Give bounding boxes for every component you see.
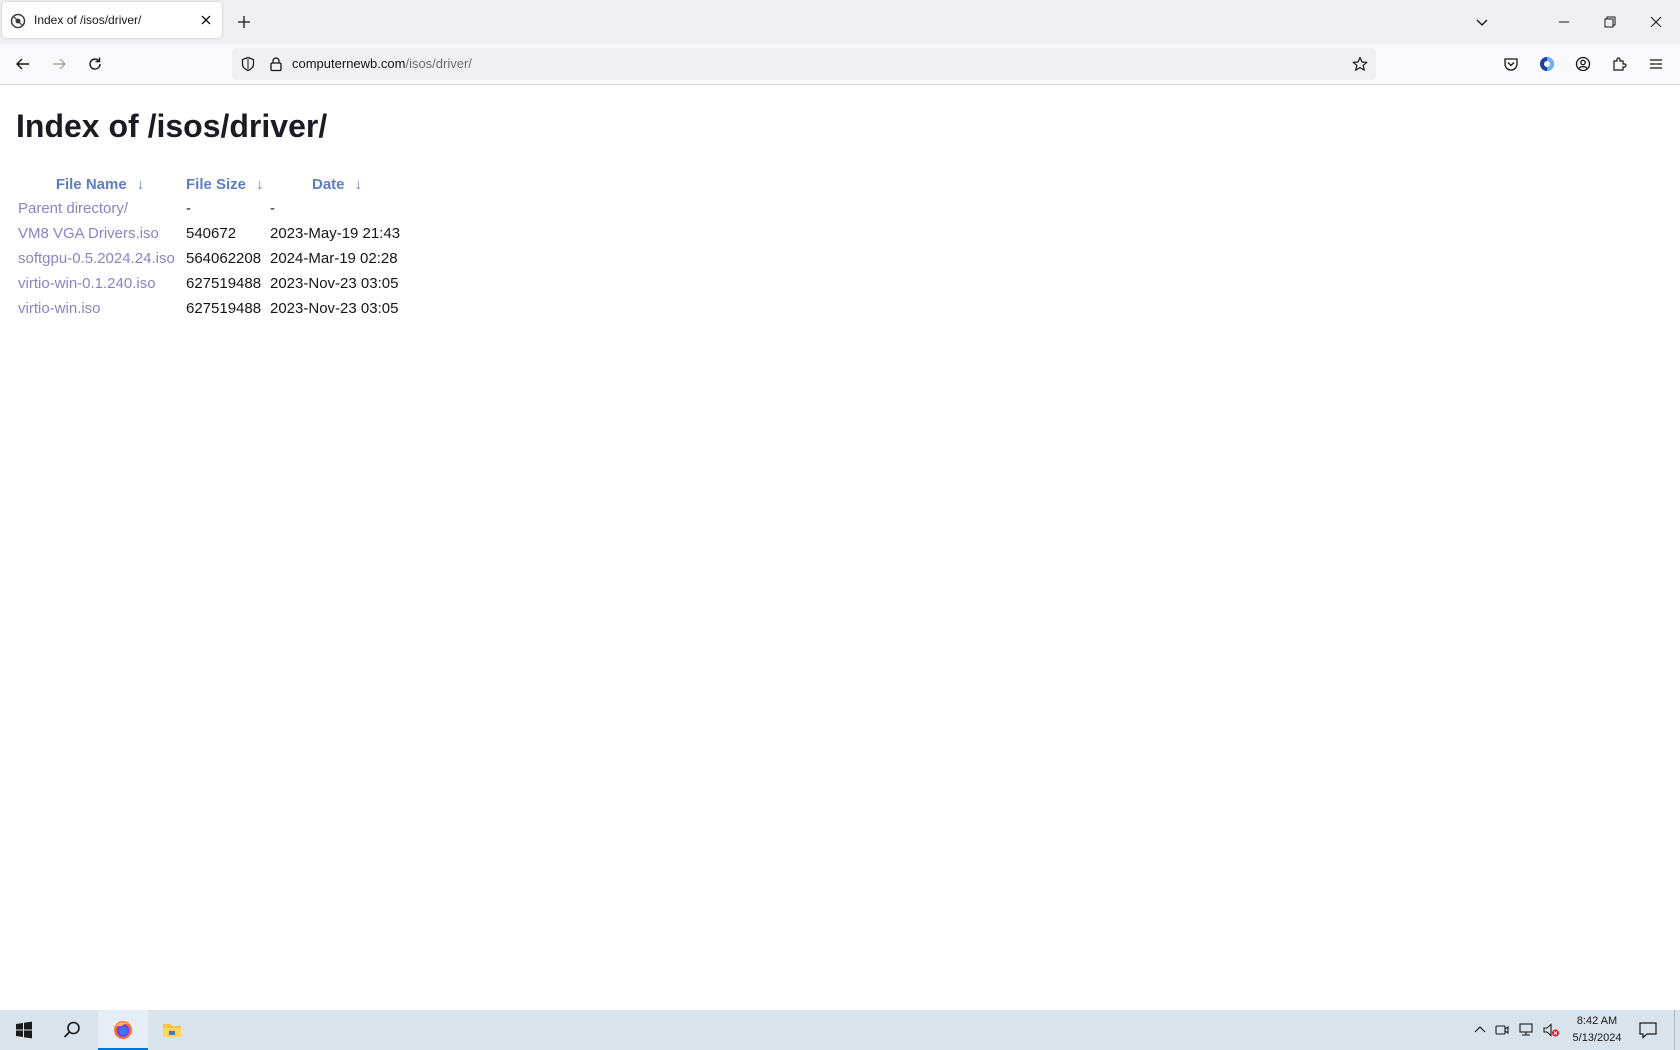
search-icon <box>63 1021 80 1038</box>
taskbar-file-explorer-button[interactable] <box>148 1010 196 1050</box>
firefox-icon <box>114 1021 132 1039</box>
bookmark-star-icon[interactable] <box>1352 56 1368 72</box>
file-name-cell: Parent directory/ <box>16 196 184 221</box>
lock-icon[interactable] <box>268 56 284 72</box>
column-header-label: File Size <box>186 175 247 193</box>
tab-title: Index of /isos/driver/ <box>34 13 142 27</box>
network-icon[interactable] <box>1518 1022 1536 1038</box>
file-link[interactable]: softgpu-0.5.2024.24.iso <box>18 250 175 267</box>
file-size-cell: 627519488 <box>186 275 262 292</box>
table-row: virtio-win.iso 627519488 2023-Nov-23 03:… <box>16 296 434 321</box>
file-name-cell: softgpu-0.5.2024.24.iso <box>16 246 184 271</box>
file-size-cell: 540672 <box>186 225 237 242</box>
table-header-row: File Name ↓ File Size ↓ Date ↓ <box>16 172 434 196</box>
tracking-protection-shield-icon[interactable] <box>240 56 256 72</box>
taskbar-search-button[interactable] <box>48 1010 96 1050</box>
table-row: softgpu-0.5.2024.24.iso 564062208 2024-M… <box>16 246 434 271</box>
tab-close-icon[interactable] <box>198 12 214 28</box>
table-row: virtio-win-0.1.240.iso 627519488 2023-No… <box>16 271 434 296</box>
url-host: computernewb.com <box>292 56 406 71</box>
sort-arrow-icon: ↓ <box>136 175 145 193</box>
file-link[interactable]: Parent directory/ <box>18 200 128 217</box>
page-title: Index of /isos/driver/ <box>16 108 328 144</box>
account-icon[interactable] <box>1575 56 1591 72</box>
column-header-file-size[interactable]: File Size ↓ <box>184 172 268 196</box>
volume-muted-icon[interactable] <box>1542 1022 1560 1038</box>
file-link[interactable]: virtio-win.iso <box>18 300 101 317</box>
tab-list-chevron-icon[interactable] <box>1474 14 1490 30</box>
folder-icon <box>163 1024 181 1037</box>
pocket-icon[interactable] <box>1503 56 1519 72</box>
window-close-icon[interactable] <box>1648 14 1664 30</box>
file-name-cell: virtio-win.iso <box>16 296 184 321</box>
table-row: Parent directory/ - - <box>16 196 434 221</box>
column-header-date[interactable]: Date ↓ <box>268 172 434 196</box>
clock-date: 5/13/2024 <box>1572 1032 1622 1044</box>
tab-active[interactable]: Index of /isos/driver/ <box>2 2 222 38</box>
forward-arrow-icon[interactable] <box>51 56 67 72</box>
show-desktop-button[interactable] <box>1674 1010 1675 1050</box>
site-favicon-icon <box>10 13 26 29</box>
file-date-cell: 2024-Mar-19 02:28 <box>270 250 398 267</box>
windows-logo-icon <box>16 1021 32 1039</box>
file-date-cell: 2023-May-19 21:43 <box>270 225 401 242</box>
clock-time: 8:42 AM <box>1576 1015 1618 1027</box>
url-path: /isos/driver/ <box>405 56 472 71</box>
url-text: computernewb.com/isos/driver/ <box>292 56 472 71</box>
taskbar-firefox-button[interactable] <box>98 1010 148 1050</box>
file-size-cell: 564062208 <box>186 250 262 267</box>
column-header-file-name[interactable]: File Name ↓ <box>16 172 184 196</box>
taskbar-clock[interactable]: 8:42 AM 5/13/2024 <box>1566 1013 1628 1047</box>
meet-now-icon[interactable] <box>1494 1022 1510 1038</box>
privacy-badger-icon[interactable] <box>1539 56 1555 72</box>
file-size-cell: - <box>186 200 191 217</box>
sort-arrow-icon: ↓ <box>354 175 363 193</box>
file-link[interactable]: VM8 VGA Drivers.iso <box>18 225 159 242</box>
file-date-cell: - <box>270 200 275 217</box>
back-arrow-icon[interactable] <box>15 56 31 72</box>
file-link[interactable]: virtio-win-0.1.240.iso <box>18 275 156 292</box>
hamburger-menu-icon[interactable] <box>1648 56 1664 72</box>
sort-arrow-icon: ↓ <box>256 175 264 193</box>
window-minimize-icon[interactable] <box>1556 14 1572 30</box>
column-header-label: File Name <box>55 175 127 193</box>
file-date-cell: 2023-Nov-23 03:05 <box>270 275 399 292</box>
new-tab-plus-icon[interactable] <box>236 14 252 30</box>
table-row: VM8 VGA Drivers.iso 540672 2023-May-19 2… <box>16 221 434 246</box>
file-name-cell: virtio-win-0.1.240.iso <box>16 271 184 296</box>
window-restore-icon[interactable] <box>1602 14 1618 30</box>
file-size-cell: 627519488 <box>186 300 262 317</box>
url-bar[interactable]: computernewb.com/isos/driver/ <box>232 48 1376 80</box>
start-button[interactable] <box>0 1010 48 1050</box>
file-listing-table: File Name ↓ File Size ↓ Date ↓ Parent direc… <box>16 172 434 321</box>
taskbar <box>0 1010 1680 1050</box>
column-header-label: Date <box>311 175 345 193</box>
show-hidden-icons-chevron-icon[interactable] <box>1472 1022 1488 1038</box>
file-name-cell: VM8 VGA Drivers.iso <box>16 221 184 246</box>
action-center-icon[interactable] <box>1638 1020 1658 1040</box>
reload-icon[interactable] <box>87 56 103 72</box>
navigation-toolbar: computernewb.com/isos/driver/ <box>0 44 1680 85</box>
tab-strip: Index of /isos/driver/ <box>0 0 1680 44</box>
extensions-puzzle-icon[interactable] <box>1611 56 1627 72</box>
file-date-cell: 2023-Nov-23 03:05 <box>270 300 399 317</box>
